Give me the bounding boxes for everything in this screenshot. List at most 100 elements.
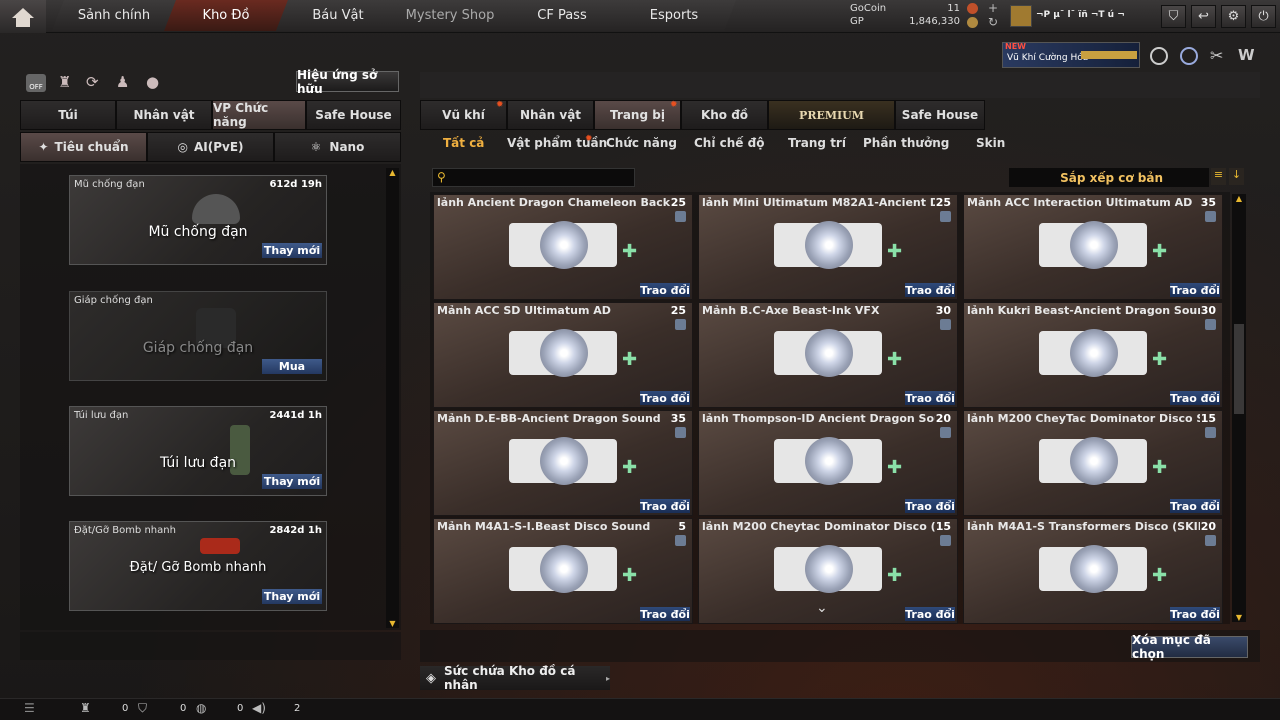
friends-icon[interactable]: ♜: [80, 701, 91, 715]
nav-tab-treasure[interactable]: Báu Vật: [276, 0, 400, 31]
item-card[interactable]: Mảnh M4A1-S-I.Beast Disco Sound 5 ✚ Trao đổ…: [433, 518, 693, 624]
left-tab-character[interactable]: Nhân vật: [116, 100, 212, 130]
item-card[interactable]: Mảnh ACC SD Ultimatum AD 25 ✚ Trao đổi: [433, 302, 693, 408]
sort-order-icon[interactable]: ↓: [1229, 168, 1244, 185]
trade-button[interactable]: Trao đổi: [640, 391, 690, 405]
item-card[interactable]: lảnh Mini Ultimatum M82A1-Ancient Dragon…: [698, 194, 958, 300]
plus-icon[interactable]: ✚: [622, 567, 640, 585]
scroll-down-icon[interactable]: ▼: [386, 619, 399, 628]
refresh-icon[interactable]: ↻: [988, 15, 998, 29]
plus-icon[interactable]: ✚: [1152, 459, 1170, 477]
scroll-thumb[interactable]: [1234, 324, 1244, 414]
shield-button[interactable]: ⛉: [1161, 5, 1186, 28]
lock-icon[interactable]: [940, 427, 951, 438]
trade-button[interactable]: Trao đổi: [1170, 283, 1220, 297]
lock-icon[interactable]: [1205, 535, 1216, 546]
menu-icon[interactable]: ☰: [24, 701, 35, 715]
right-scrollbar[interactable]: ▲ ▼: [1232, 194, 1246, 622]
subtab-decoration[interactable]: Trang trí: [788, 136, 846, 156]
item-card[interactable]: Mảnh D.E-BB-Ancient Dragon Sound 35 ✚ Trao …: [433, 410, 693, 516]
globe-icon[interactable]: [1180, 47, 1198, 65]
right-tab-characters[interactable]: Nhân vật: [507, 100, 594, 130]
left-tab-function-items[interactable]: VP Chức năng: [212, 100, 306, 130]
trade-button[interactable]: Trao đổi: [905, 499, 955, 513]
subtab-nano[interactable]: ⚛ Nano: [274, 132, 401, 162]
grenade-icon[interactable]: ●: [146, 73, 159, 91]
lock-icon[interactable]: [1205, 211, 1216, 222]
settings-button[interactable]: ⚙: [1221, 5, 1246, 28]
left-tab-safe-house[interactable]: Safe House: [306, 100, 401, 130]
item-card[interactable]: Mảnh B.C-Axe Beast-Ink VFX 30 ✚ Trao đổi: [698, 302, 958, 408]
nav-tab-lobby[interactable]: Sảnh chính: [52, 0, 176, 31]
lock-icon[interactable]: [1205, 319, 1216, 330]
plus-icon[interactable]: ✚: [887, 243, 905, 261]
rotate-icon[interactable]: ⟳: [86, 73, 99, 91]
delete-selected-button[interactable]: Xóa mục đã chọn: [1131, 633, 1248, 661]
lock-icon[interactable]: [940, 535, 951, 546]
subtab-ai-pve[interactable]: ◎ AI(PvE): [147, 132, 274, 162]
item-card[interactable]: lảnh M200 CheyTac Dominator Disco Sound1…: [963, 410, 1223, 516]
plus-icon[interactable]: ✚: [1152, 243, 1170, 261]
trade-button[interactable]: Trao đổi: [905, 283, 955, 297]
subtab-all[interactable]: Tất cả: [443, 136, 484, 156]
trade-button[interactable]: Trao đổi: [640, 607, 690, 621]
right-tab-equipment[interactable]: Trang bị: [594, 100, 681, 130]
home-button[interactable]: [0, 0, 46, 33]
plus-icon[interactable]: ✚: [887, 567, 905, 585]
trade-button[interactable]: Trao đổi: [1170, 499, 1220, 513]
lock-icon[interactable]: [675, 427, 686, 438]
subtab-mode[interactable]: Chỉ chế độ: [694, 136, 764, 156]
sort-dropdown[interactable]: Sắp xếp cơ bản: [1009, 168, 1209, 187]
item-card[interactable]: lảnh M200 Cheytac Dominator Disco (SKIN)…: [698, 518, 958, 624]
equip-card-bomb-kit[interactable]: Đặt/Gỡ Bomb nhanh 2842d 1h Đặt/ Gỡ Bomb …: [69, 521, 327, 611]
right-tab-weapons[interactable]: Vũ khí: [420, 100, 507, 130]
trade-button[interactable]: Trao đổi: [1170, 607, 1220, 621]
trade-button[interactable]: Trao đổi: [905, 607, 955, 621]
right-tab-safe-house[interactable]: Safe House: [895, 100, 985, 130]
lock-icon[interactable]: [675, 319, 686, 330]
equip-card-grenade-pouch[interactable]: Túi lưu đạn 2441d 1h Túi lưu đạn Thay mớ…: [69, 406, 327, 496]
toggle-off-icon[interactable]: OFF: [26, 74, 46, 92]
avatar[interactable]: [1010, 5, 1032, 27]
owned-effects-button[interactable]: Hiệu ứng sở hữu: [296, 68, 399, 96]
clan-icon[interactable]: ⛉: [138, 701, 147, 716]
gift-icon[interactable]: ♜: [58, 73, 71, 91]
nav-tab-mystery-shop[interactable]: Mystery Shop: [388, 0, 512, 31]
chevron-down-icon[interactable]: ⌄: [816, 600, 828, 616]
nav-tab-esports[interactable]: Esports: [612, 0, 736, 31]
plus-icon[interactable]: ✚: [887, 351, 905, 369]
item-card[interactable]: lảnh Ancient Dragon Chameleon Backpack25…: [433, 194, 693, 300]
subtab-rewards[interactable]: Phần thưởng: [863, 136, 949, 156]
exit-button[interactable]: ↩: [1191, 5, 1216, 28]
weapon-upgrade-banner[interactable]: NEW Vũ Khí Cường Hóa: [1002, 42, 1140, 68]
chat-icon[interactable]: ◍: [196, 701, 206, 715]
plus-icon[interactable]: ✚: [1152, 567, 1170, 585]
nav-tab-inventory[interactable]: Kho Đồ: [164, 0, 288, 31]
lock-icon[interactable]: [940, 319, 951, 330]
plus-icon[interactable]: ✚: [622, 243, 640, 261]
left-scrollbar[interactable]: ▲ ▼: [386, 168, 399, 628]
replace-button[interactable]: Thay mới: [262, 589, 322, 604]
plus-icon[interactable]: ✚: [622, 459, 640, 477]
scroll-up-icon[interactable]: ▲: [1232, 194, 1246, 203]
tools-icon[interactable]: ✂: [1210, 46, 1223, 65]
plus-icon[interactable]: ✚: [622, 351, 640, 369]
subtab-function[interactable]: Chức năng: [606, 136, 677, 156]
power-button[interactable]: ⏻: [1251, 5, 1276, 28]
plus-icon[interactable]: ✚: [1152, 351, 1170, 369]
replace-button[interactable]: Thay mới: [262, 474, 322, 489]
trade-button[interactable]: Trao đổi: [905, 391, 955, 405]
buy-button[interactable]: Mua: [262, 359, 322, 374]
scroll-up-icon[interactable]: ▲: [386, 168, 399, 177]
trade-button[interactable]: Trao đổi: [640, 499, 690, 513]
left-tab-bag[interactable]: Túi: [20, 100, 116, 130]
lock-icon[interactable]: [675, 535, 686, 546]
right-tab-storage[interactable]: Kho đồ: [681, 100, 768, 130]
subtab-standard[interactable]: ✦ Tiêu chuẩn: [20, 132, 147, 162]
item-card[interactable]: Mảnh ACC Interaction Ultimatum AD 35 ✚ Trao…: [963, 194, 1223, 300]
subtab-skin[interactable]: Skin: [976, 136, 1005, 156]
plus-icon[interactable]: ✚: [887, 459, 905, 477]
trade-button[interactable]: Trao đổi: [1170, 391, 1220, 405]
badge-v-icon[interactable]: [1150, 47, 1168, 65]
speaker-icon[interactable]: ◀): [252, 701, 266, 715]
